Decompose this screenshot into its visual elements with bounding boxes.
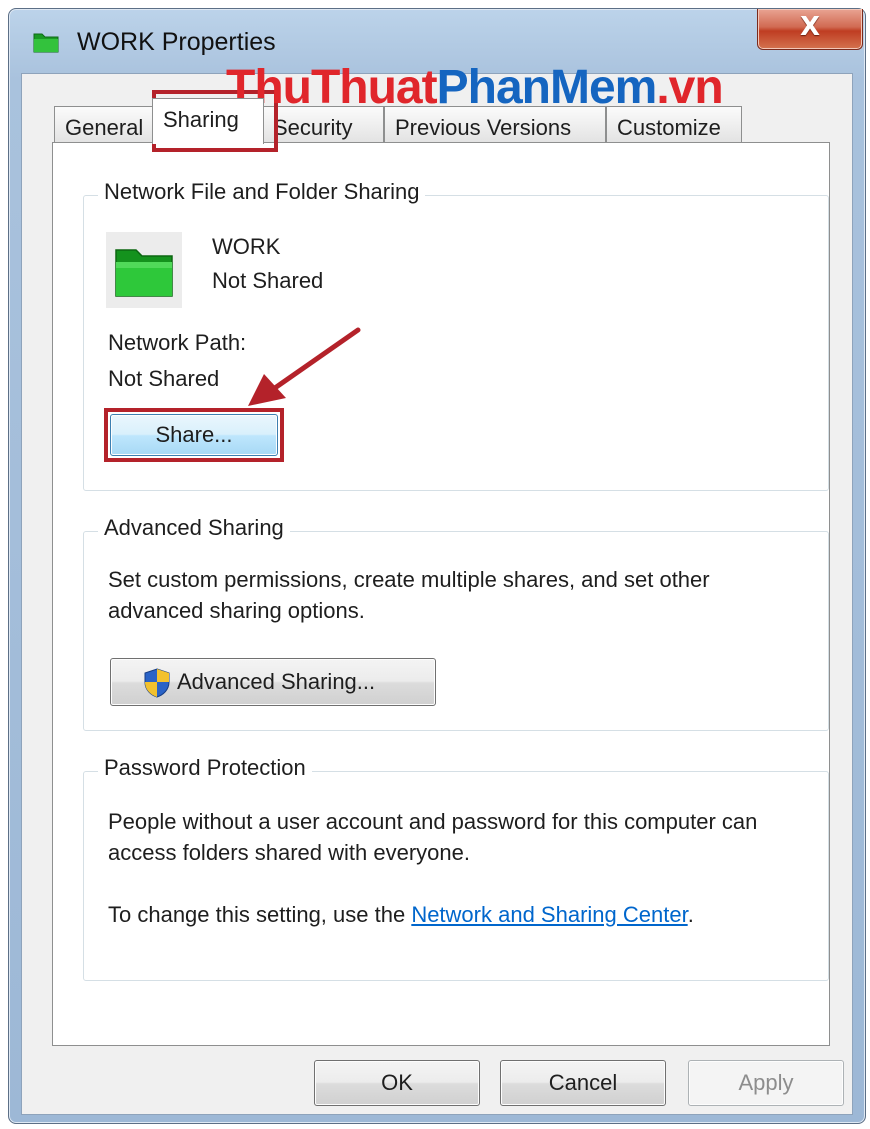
tab-label: Sharing — [163, 107, 239, 132]
annotation-arrow-icon — [248, 327, 361, 406]
tab-sharing[interactable]: Sharing — [152, 98, 264, 144]
